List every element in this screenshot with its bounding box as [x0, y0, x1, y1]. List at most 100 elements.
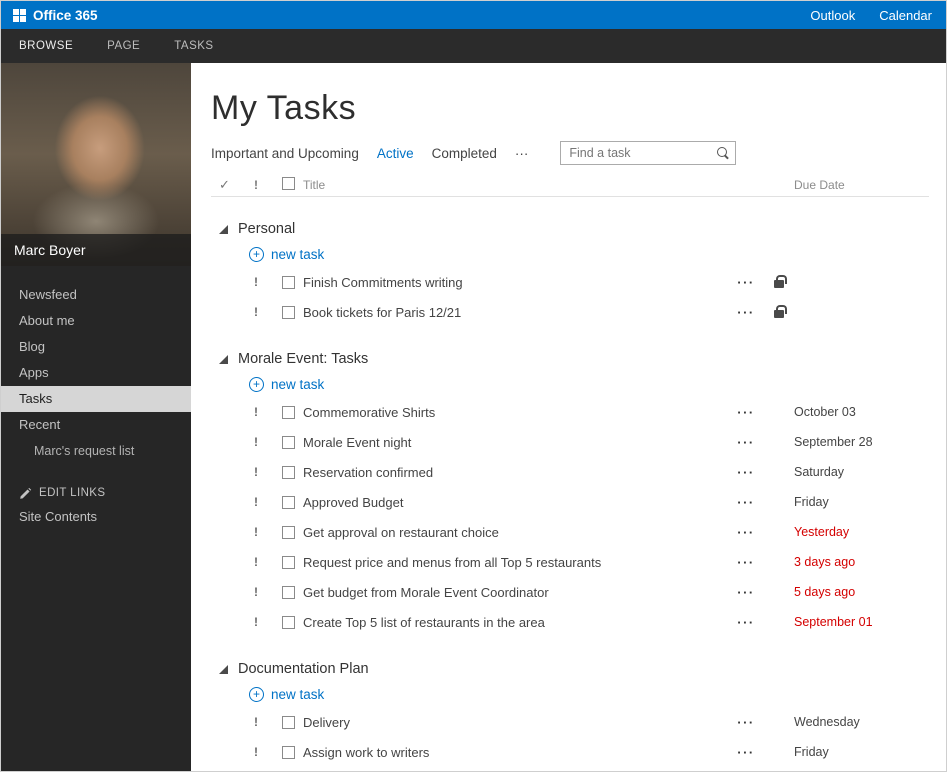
task-title[interactable]: Commemorative Shirts [303, 405, 728, 420]
task-row[interactable]: ! Create Top 5 list of restaurants in th… [211, 607, 929, 637]
ribbon-tab-page[interactable]: PAGE [107, 40, 140, 52]
search-icon[interactable] [716, 146, 730, 160]
sidebar-item-marc-s-request-list[interactable]: Marc's request list [1, 438, 191, 464]
task-title[interactable]: Delivery [303, 715, 728, 730]
task-complete-checkbox[interactable] [282, 616, 295, 629]
new-task-label: new task [271, 377, 324, 392]
sidebar-item-recent[interactable]: Recent [1, 412, 191, 438]
task-menu-button[interactable]: ··· [728, 435, 764, 450]
task-row[interactable]: ! Assign work to writers ··· Friday [211, 737, 929, 767]
task-row[interactable]: ! Request price and menus from all Top 5… [211, 547, 929, 577]
task-due-date: Friday [794, 495, 929, 509]
task-menu-button[interactable]: ··· [728, 405, 764, 420]
page-title: My Tasks [211, 85, 929, 131]
task-row[interactable]: ! Prioritize list of feature based on bu… [211, 767, 929, 771]
sidebar-item-newsfeed[interactable]: Newsfeed [1, 282, 191, 308]
task-menu-button[interactable]: ··· [728, 305, 764, 320]
edit-links-button[interactable]: EDIT LINKS [1, 482, 191, 504]
new-task-label: new task [271, 247, 324, 262]
task-title[interactable]: Approved Budget [303, 495, 728, 510]
task-title[interactable]: Get budget from Morale Event Coordinator [303, 585, 728, 600]
edit-links-label: EDIT LINKS [39, 487, 105, 499]
task-complete-checkbox[interactable] [282, 746, 295, 759]
task-menu-button[interactable]: ··· [728, 465, 764, 480]
task-complete-checkbox[interactable] [282, 406, 295, 419]
task-menu-button[interactable]: ··· [728, 585, 764, 600]
task-row[interactable]: ! Finish Commitments writing ··· [211, 267, 929, 297]
group-header[interactable]: Documentation Plan [211, 657, 929, 681]
search-input[interactable] [569, 146, 716, 160]
task-title[interactable]: Morale Event night [303, 435, 728, 450]
new-task-button[interactable]: + new task [211, 681, 929, 707]
task-row[interactable]: ! Get budget from Morale Event Coordinat… [211, 577, 929, 607]
task-row[interactable]: ! Approved Budget ··· Friday [211, 487, 929, 517]
task-complete-checkbox[interactable] [282, 436, 295, 449]
sidebar-item-site-contents[interactable]: Site Contents [1, 504, 191, 530]
task-complete-checkbox[interactable] [282, 276, 295, 289]
task-menu-button[interactable]: ··· [728, 715, 764, 730]
task-menu-button[interactable]: ··· [728, 495, 764, 510]
task-row[interactable]: ! Get approval on restaurant choice ··· … [211, 517, 929, 547]
task-title[interactable]: Assign work to writers [303, 745, 728, 760]
task-menu-button[interactable]: ··· [728, 525, 764, 540]
task-title[interactable]: Get approval on restaurant choice [303, 525, 728, 540]
sidebar-item-blog[interactable]: Blog [1, 334, 191, 360]
topbar-link-outlook[interactable]: Outlook [810, 8, 855, 23]
priority-icon: ! [254, 275, 282, 289]
task-row[interactable]: ! Morale Event night ··· September 28 [211, 427, 929, 457]
task-complete-checkbox[interactable] [282, 526, 295, 539]
task-title[interactable]: Book tickets for Paris 12/21 [303, 305, 728, 320]
task-due-date: Wednesday [794, 715, 929, 729]
task-due-date: 3 days ago [794, 555, 929, 569]
task-row[interactable]: ! Delivery ··· Wednesday [211, 707, 929, 737]
task-title[interactable]: Request price and menus from all Top 5 r… [303, 555, 728, 570]
topbar-link-calendar[interactable]: Calendar [879, 8, 932, 23]
sidebar-item-tasks[interactable]: Tasks [1, 386, 191, 412]
task-group: Personal + new task ! Finish Commitments… [211, 217, 929, 327]
task-group: Documentation Plan + new task ! Delivery… [211, 657, 929, 771]
collapse-triangle-icon [219, 355, 228, 364]
task-menu-button[interactable]: ··· [728, 615, 764, 630]
select-all-checkbox[interactable] [282, 177, 295, 190]
task-row[interactable]: ! Book tickets for Paris 12/21 ··· [211, 297, 929, 327]
priority-icon: ! [254, 585, 282, 599]
task-menu-button[interactable]: ··· [728, 745, 764, 760]
priority-icon: ! [254, 745, 282, 759]
ribbon-tab-browse[interactable]: BROWSE [19, 40, 73, 52]
task-group: Morale Event: Tasks + new task ! Commemo… [211, 347, 929, 637]
task-title[interactable]: Reservation confirmed [303, 465, 728, 480]
task-complete-checkbox[interactable] [282, 496, 295, 509]
task-title[interactable]: Finish Commitments writing [303, 275, 728, 290]
filter-tab-more[interactable]: ··· [515, 146, 529, 161]
task-complete-checkbox[interactable] [282, 586, 295, 599]
task-row[interactable]: ! Commemorative Shirts ··· October 03 [211, 397, 929, 427]
group-header[interactable]: Morale Event: Tasks [211, 347, 929, 371]
collapse-triangle-icon [219, 665, 228, 674]
task-menu-button[interactable]: ··· [728, 555, 764, 570]
task-due-date: Yesterday [794, 525, 929, 539]
due-date-column-header[interactable]: Due Date [794, 178, 929, 192]
sidebar-item-about-me[interactable]: About me [1, 308, 191, 334]
new-task-button[interactable]: + new task [211, 371, 929, 397]
sidebar: Marc Boyer NewsfeedAbout meBlogAppsTasks… [1, 63, 191, 771]
group-name: Personal [238, 221, 295, 237]
task-title[interactable]: Create Top 5 list of restaurants in the … [303, 615, 728, 630]
office-365-brand[interactable]: Office 365 [13, 8, 98, 23]
sidebar-item-apps[interactable]: Apps [1, 360, 191, 386]
task-row[interactable]: ! Reservation confirmed ··· Saturday [211, 457, 929, 487]
group-header[interactable]: Personal [211, 217, 929, 241]
filter-tab-important-and-upcoming[interactable]: Important and Upcoming [211, 146, 359, 161]
filter-tab-active[interactable]: Active [377, 146, 414, 161]
group-name: Documentation Plan [238, 661, 369, 677]
ribbon-bar: BROWSE PAGE TASKS [1, 29, 946, 63]
task-complete-checkbox[interactable] [282, 306, 295, 319]
priority-icon: ! [254, 465, 282, 479]
ribbon-tab-tasks[interactable]: TASKS [174, 40, 213, 52]
task-complete-checkbox[interactable] [282, 556, 295, 569]
task-complete-checkbox[interactable] [282, 466, 295, 479]
new-task-button[interactable]: + new task [211, 241, 929, 267]
filter-tab-completed[interactable]: Completed [432, 146, 497, 161]
task-complete-checkbox[interactable] [282, 716, 295, 729]
task-menu-button[interactable]: ··· [728, 275, 764, 290]
title-column-header[interactable]: Title [303, 178, 794, 192]
